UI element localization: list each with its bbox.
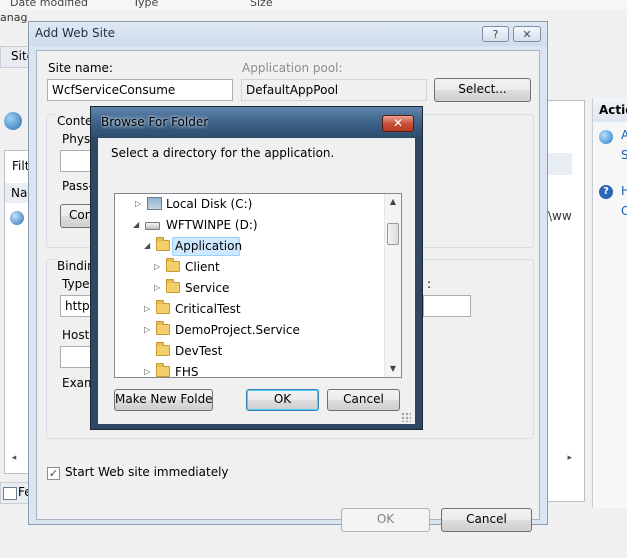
browse-close-button[interactable]: ✕ [382, 115, 414, 132]
column-size[interactable]: Size [250, 0, 273, 9]
add-web-site-titlebar[interactable]: Add Web Site ? ✕ [29, 22, 547, 46]
tree-item-client[interactable]: ▷ Client [115, 257, 385, 277]
add-site-cancel-button[interactable]: Cancel [441, 508, 532, 532]
browse-ok-button[interactable]: OK [246, 389, 319, 411]
site-name-label: Site name: [48, 61, 113, 75]
tree-item-drive-d[interactable]: ◢ WFTWINPE (D:) [115, 215, 385, 235]
tree-vertical-scrollbar[interactable]: ▲ ▼ [384, 194, 401, 377]
tree-item-label: Client [185, 260, 220, 274]
tree-item-demoproject-service[interactable]: ▷ DemoProject.Service [115, 320, 385, 340]
globe-icon [4, 112, 22, 130]
folder-icon [156, 321, 170, 335]
filter-label: Filt [12, 159, 30, 173]
site-name-input[interactable]: WcfServiceConsume [47, 79, 233, 101]
action-help-link[interactable]: H [621, 184, 627, 198]
port-input[interactable] [423, 295, 471, 317]
application-pool-field: DefaultAppPool [241, 79, 427, 101]
folder-tree[interactable]: ▷ Local Disk (C:) ◢ WFTWINPE (D:) ◢ Appl… [114, 193, 402, 378]
tree-item-devtest[interactable]: DevTest [115, 341, 385, 361]
dialog-close-button[interactable]: ✕ [513, 26, 541, 42]
column-type[interactable]: Type [133, 0, 158, 9]
expand-icon[interactable]: ▷ [144, 362, 152, 377]
physical-path-label: Physi [62, 132, 94, 146]
expand-icon[interactable]: ▷ [144, 320, 152, 340]
tree-item-application[interactable]: ◢ Application [115, 236, 385, 256]
expand-icon[interactable]: ▷ [154, 257, 162, 277]
tree-item-label: CriticalTest [175, 302, 241, 316]
application-pool-label: Application pool: [242, 61, 343, 75]
content-directory-label: Conte [55, 114, 95, 128]
tree-item-label: Service [185, 281, 230, 295]
tree-item-fhs[interactable]: ▷ FHS [115, 362, 385, 378]
folder-icon [166, 279, 180, 293]
add-site-icon [599, 130, 613, 144]
action-online-help-link[interactable]: C [621, 204, 627, 218]
tree-item-local-disk[interactable]: ▷ Local Disk (C:) [115, 194, 385, 214]
browse-cancel-button[interactable]: Cancel [327, 389, 400, 411]
column-header-fragment [548, 153, 572, 175]
tree-item-criticaltest[interactable]: ▷ CriticalTest [115, 299, 385, 319]
site-globe-icon [10, 211, 24, 225]
browse-body: Select a directory for the application. … [98, 138, 415, 424]
resize-grip-icon[interactable] [401, 412, 411, 422]
actions-title: Actio [593, 98, 627, 122]
folder-icon [156, 363, 170, 377]
tree-item-label: DevTest [175, 344, 223, 358]
tree-item-label: Local Disk (C:) [166, 197, 253, 211]
scroll-thumb[interactable] [387, 223, 399, 245]
folder-icon [156, 342, 170, 356]
add-site-ok-button[interactable]: OK [341, 508, 430, 532]
browse-instruction: Select a directory for the application. [111, 146, 335, 160]
hard-disk-icon [147, 197, 162, 210]
browse-for-folder-dialog: Browse For Folder ✕ Select a directory f… [90, 106, 423, 430]
scroll-down-icon[interactable]: ▼ [385, 361, 401, 377]
tree-item-label: DemoProject.Service [175, 323, 300, 337]
actions-pane: Actio A S ? H C [592, 98, 627, 508]
binding-type-label: Type [62, 277, 90, 291]
tree-item-label: FHS [175, 365, 199, 378]
help-icon: ? [599, 185, 613, 199]
select-app-pool-button[interactable]: Select... [434, 78, 531, 102]
action-add-link[interactable]: A [621, 128, 627, 142]
physical-path-fragment: \ww [548, 209, 572, 223]
help-button[interactable]: ? [482, 26, 509, 42]
collapse-icon[interactable]: ◢ [133, 215, 141, 235]
expand-icon[interactable]: ▷ [135, 194, 143, 214]
scroll-right-icon[interactable]: ▸ [548, 451, 572, 465]
scroll-left-icon[interactable]: ◂ [7, 451, 21, 465]
tree-item-service[interactable]: ▷ Service [115, 278, 385, 298]
start-immediately-label: Start Web site immediately [65, 465, 229, 479]
expand-icon[interactable]: ▷ [144, 299, 152, 319]
start-immediately-checkbox[interactable]: ✓ [47, 467, 60, 480]
features-view-icon [3, 487, 17, 500]
add-web-site-title: Add Web Site [35, 26, 116, 40]
pass-through-label: Pass- [62, 179, 93, 193]
browse-title: Browse For Folder [101, 115, 209, 129]
column-date-modified[interactable]: Date modified [10, 0, 88, 9]
scroll-up-icon[interactable]: ▲ [385, 194, 401, 210]
port-label-fragment: : [427, 277, 432, 291]
folder-icon [156, 237, 170, 251]
host-name-label: Host [62, 328, 90, 342]
collapse-icon[interactable]: ◢ [144, 236, 152, 256]
content-panel: \ww ▸ [548, 100, 585, 502]
expand-icon[interactable]: ▷ [154, 278, 162, 298]
folder-icon [156, 300, 170, 314]
action-set-link[interactable]: S [621, 148, 627, 162]
app-title-fragment: anage [0, 11, 28, 24]
browse-titlebar[interactable]: Browse For Folder ✕ [91, 107, 422, 137]
drive-icon [145, 222, 160, 230]
make-new-folder-button[interactable]: Make New Folder [114, 389, 213, 411]
tree-item-label: WFTWINPE (D:) [166, 218, 258, 232]
folder-icon [166, 258, 180, 272]
tree-item-label: Application [175, 239, 243, 253]
